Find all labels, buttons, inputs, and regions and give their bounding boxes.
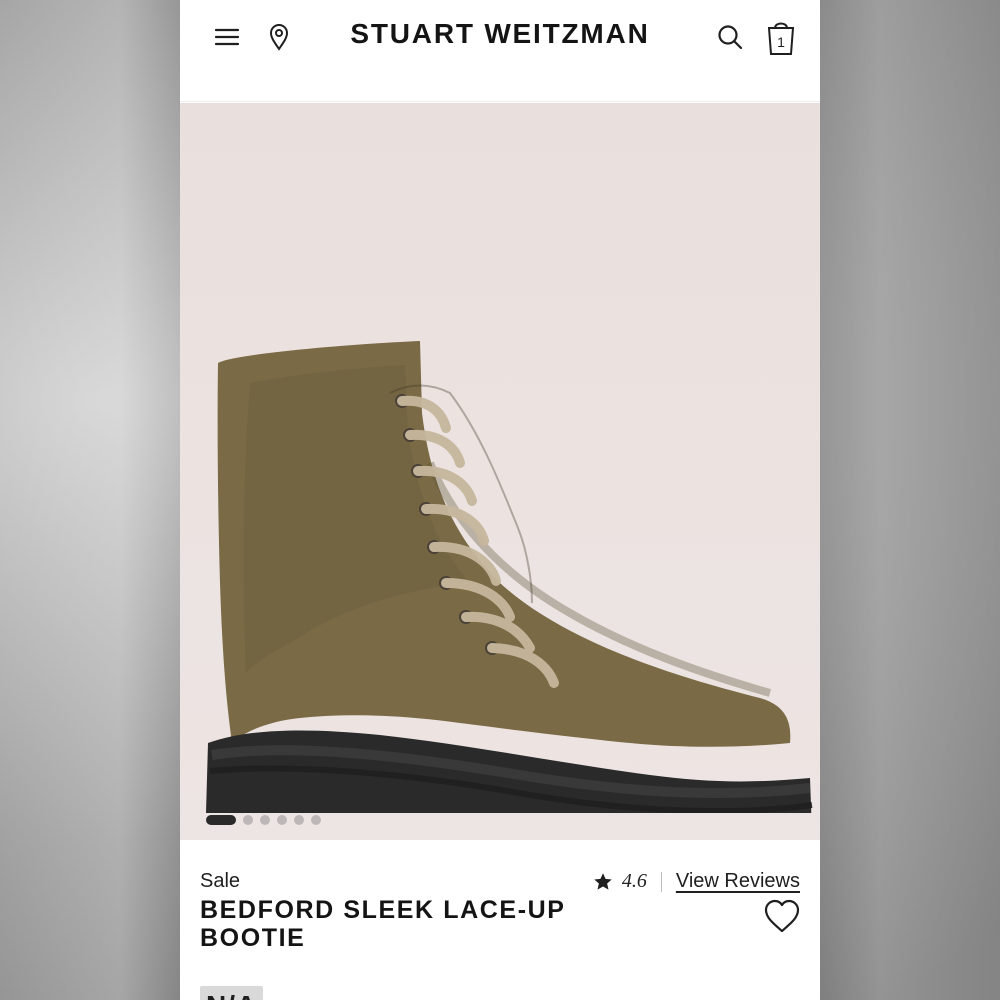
search-icon — [718, 25, 743, 50]
shopping-bag-icon: 1 — [767, 22, 795, 55]
product-title: BEDFORD SLEEK LACE-UP BOOTIE — [200, 896, 720, 952]
gallery-dot[interactable] — [294, 815, 304, 825]
gallery-dot[interactable] — [206, 815, 236, 825]
divider — [660, 871, 662, 892]
product-image-gallery[interactable] — [180, 103, 820, 840]
heart-icon — [764, 899, 800, 933]
search-button[interactable] — [713, 20, 747, 54]
rating-summary: 4.6 View Reviews — [592, 870, 800, 893]
shopping-bag-button[interactable]: 1 — [763, 18, 799, 56]
gallery-dot[interactable] — [311, 815, 321, 825]
phone-screen: STUART WEITZMAN 1 Sale 4.6 View Reviews … — [180, 0, 820, 1000]
gallery-pagination[interactable] — [206, 813, 321, 827]
product-title-line-2: BOOTIE — [200, 924, 306, 952]
star-icon — [594, 872, 612, 890]
sale-label: Sale — [200, 870, 241, 892]
top-navigation-bar: STUART WEITZMAN 1 — [180, 0, 820, 102]
wishlist-button[interactable] — [762, 898, 802, 934]
gallery-dot[interactable] — [277, 815, 287, 825]
cart-count: 1 — [777, 34, 785, 50]
price-partial: N/A — [200, 986, 264, 1000]
product-info: Sale 4.6 View Reviews BEDFORD SLEEK LACE… — [180, 840, 820, 1000]
view-reviews-link[interactable]: View Reviews — [676, 870, 800, 893]
rating-value: 4.6 — [621, 870, 647, 892]
gallery-dot[interactable] — [243, 815, 253, 825]
boot-image — [206, 341, 813, 813]
product-title-line-1: BEDFORD SLEEK LACE-UP — [200, 896, 566, 924]
gallery-dot[interactable] — [260, 815, 270, 825]
